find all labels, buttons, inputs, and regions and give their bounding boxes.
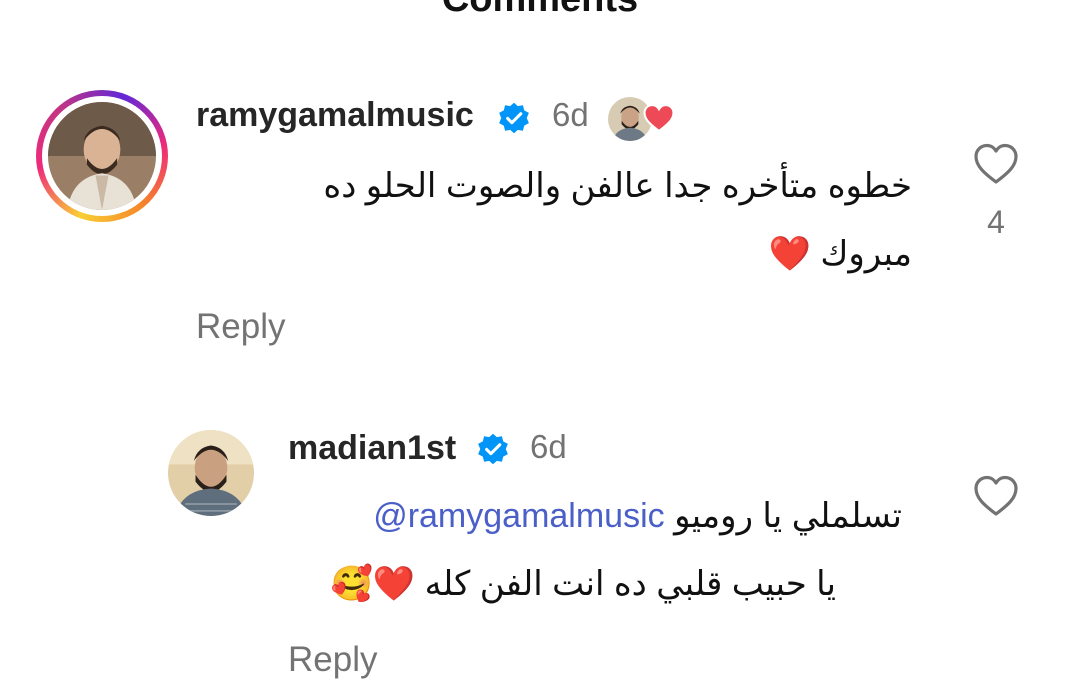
author-liked-indicator — [606, 95, 675, 143]
comment-username[interactable]: madian1st — [288, 429, 456, 468]
like-count: 4 — [987, 204, 1005, 240]
heart-smiley-emoji: ❤️🥰 — [330, 565, 416, 603]
reply-button[interactable]: Reply — [196, 307, 285, 347]
heart-icon — [643, 104, 675, 133]
like-heart-icon[interactable] — [972, 474, 1020, 518]
red-heart-emoji: ❤️ — [768, 235, 811, 273]
comment-text-fragment: يا حبيب قلبي ده انت الفن كله — [424, 565, 836, 603]
comment-text-line: خطوه متأخره جدا عالفن والصوت الحلو ده — [323, 167, 912, 205]
comment-text-line: مبروك ❤️ — [769, 220, 912, 288]
story-ring-avatar[interactable] — [36, 90, 168, 222]
comment-timestamp: 6d — [530, 428, 567, 465]
comment-text-line: تسلملي يا روميو @ramygamalmusic — [373, 482, 902, 550]
verified-badge-icon — [499, 102, 529, 134]
reply-button[interactable]: Reply — [288, 640, 377, 680]
comment-timestamp: 6d — [552, 96, 589, 133]
like-heart-icon[interactable] — [972, 142, 1020, 186]
avatar — [48, 102, 156, 210]
comment-username[interactable]: ramygamalmusic — [196, 96, 474, 135]
mention-link[interactable]: @ramygamalmusic — [373, 497, 664, 535]
comment-text-fragment: مبروك — [820, 235, 912, 273]
verified-badge-icon — [478, 433, 508, 465]
comment-text-fragment: تسلملي يا روميو — [674, 497, 902, 535]
avatar[interactable] — [168, 430, 254, 516]
page-title: Comments — [0, 0, 1080, 21]
comment-text-line: يا حبيب قلبي ده انت الفن كله ❤️🥰 — [331, 550, 836, 618]
